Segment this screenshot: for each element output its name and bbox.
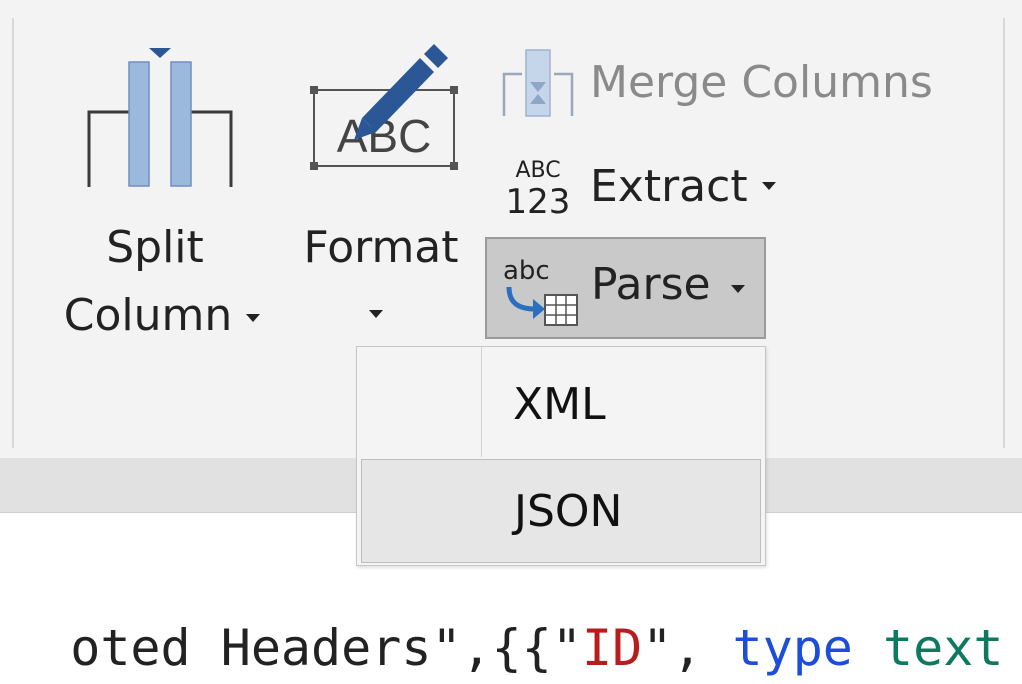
extract-label: Extract	[590, 160, 748, 212]
ribbon-left-divider	[12, 18, 14, 448]
formula-segment: ID	[581, 619, 643, 677]
svg-text:ABC: ABC	[515, 158, 560, 183]
merge-columns-icon	[502, 49, 574, 117]
formula-segment: type	[732, 619, 884, 677]
merge-columns-label: Merge Columns	[590, 56, 933, 108]
svg-text:123: 123	[506, 182, 571, 221]
split-column-button[interactable]: Split Column	[40, 30, 280, 360]
svg-text:abc: abc	[503, 256, 550, 286]
split-column-caret-icon	[246, 314, 261, 322]
abc-123-icon: ABC 123	[506, 158, 571, 221]
menu-item-json-label: JSON	[514, 486, 623, 537]
parse-icon: abc	[503, 256, 578, 326]
extract-caret-icon	[761, 182, 776, 190]
parse-button[interactable]: abc Parse	[485, 237, 766, 339]
split-column-label-line2-row: Column	[44, 282, 280, 350]
format-abc-icon: ABC	[310, 44, 458, 170]
formula-segment: ",	[642, 619, 733, 677]
formula-segment: text	[883, 619, 1004, 677]
extract-button[interactable]: ABC 123 Extract	[500, 146, 776, 226]
parse-caret-icon	[731, 285, 745, 293]
merge-columns-button[interactable]: Merge Columns	[500, 42, 933, 122]
formula-segment: oted Headers",{{"	[70, 619, 582, 677]
split-column-icon	[87, 48, 233, 187]
split-column-label-line1: Split	[106, 222, 204, 273]
format-button[interactable]: ABC Format	[292, 30, 470, 360]
parse-label: Parse	[591, 259, 711, 310]
menu-item-json[interactable]: JSON	[361, 459, 761, 563]
menu-item-xml-label: XML	[513, 379, 606, 430]
format-label: Format	[303, 222, 459, 273]
ribbon-right-divider	[1003, 18, 1005, 448]
split-column-label-line2: Column	[63, 290, 233, 341]
parse-dropdown-menu: XML JSON	[356, 346, 766, 566]
format-caret-icon	[369, 310, 383, 318]
menu-item-xml[interactable]: XML	[361, 353, 761, 457]
